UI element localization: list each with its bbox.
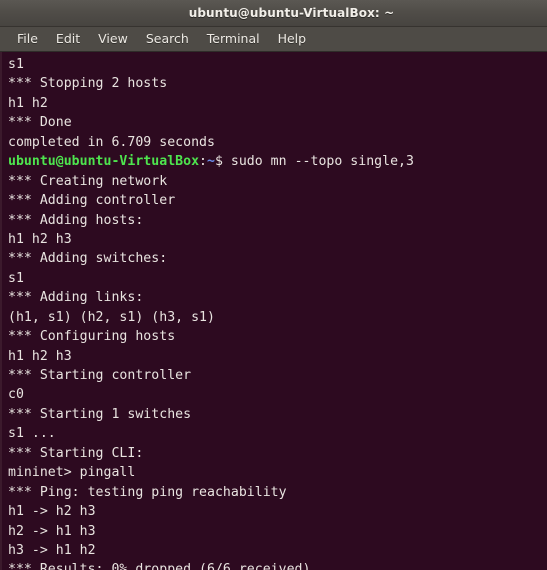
- terminal-line: h1 -> h2 h3: [8, 502, 547, 521]
- terminal-line: *** Starting 1 switches: [8, 405, 547, 424]
- terminal-line-text: *** Starting controller: [8, 368, 192, 383]
- prompt-user-host: ubuntu@ubuntu-VirtualBox: [8, 154, 200, 170]
- menu-item-help[interactable]: Help: [270, 29, 315, 49]
- terminal-output-area[interactable]: s1 *** Stopping 2 hosts h1 h2 *** Done compl…: [0, 52, 547, 570]
- terminal-line-text: *** Results: 0% dropped (6/6 received): [8, 562, 311, 570]
- terminal-line: *** Results: 0% dropped (6/6 received): [8, 560, 547, 570]
- terminal-line: h1 h2: [8, 94, 547, 113]
- terminal-line-text: s1: [8, 57, 24, 72]
- terminal-line: h2 -> h1 h3: [8, 522, 547, 541]
- terminal-line-text: s1: [8, 270, 24, 286]
- terminal-prompt-line: ubuntu@ubuntu-VirtualBox:~$ sudo mn --to…: [8, 152, 547, 171]
- terminal-line-text: *** Starting 1 switches: [8, 406, 192, 422]
- terminal-line: *** Done: [8, 113, 547, 132]
- terminal-line-text: mininet> pingall: [8, 465, 136, 481]
- terminal-line-text: *** Adding switches:: [8, 251, 168, 267]
- menu-item-file[interactable]: File: [9, 29, 46, 49]
- terminal-line-text: h1 -> h2 h3: [8, 504, 96, 520]
- menu-item-terminal[interactable]: Terminal: [199, 29, 268, 49]
- terminal-line: h3 -> h1 h2: [8, 541, 547, 560]
- prompt-path: ~: [207, 154, 215, 170]
- terminal-line: mininet> pingall: [8, 463, 547, 482]
- terminal-line: *** Adding hosts:: [8, 211, 547, 230]
- terminal-line: completed in 6.709 seconds: [8, 133, 547, 152]
- terminal-screen: s1 *** Stopping 2 hosts h1 h2 *** Done compl…: [2, 52, 547, 570]
- prompt-command: $ sudo mn --topo single,3: [214, 154, 414, 170]
- terminal-line: h1 h2 h3: [8, 347, 547, 366]
- terminal-line-text: (h1, s1) (h2, s1) (h3, s1): [8, 309, 215, 325]
- terminal-line: s1: [8, 269, 547, 288]
- terminal-line: *** Creating network: [8, 172, 547, 191]
- menu-item-view[interactable]: View: [90, 29, 136, 49]
- terminal-line-text: *** Stopping 2 hosts: [8, 76, 168, 92]
- terminal-line-text: completed in 6.709 seconds: [8, 134, 215, 150]
- terminal-line: *** Starting CLI:: [8, 444, 547, 463]
- window-title: ubuntu@ubuntu-VirtualBox: ~: [188, 6, 395, 20]
- terminal-line-text: h1 h2 h3: [8, 348, 72, 364]
- terminal-line-text: h1 h2: [8, 95, 48, 111]
- terminal-line-text: *** Configuring hosts: [8, 329, 176, 345]
- terminal-line: (h1, s1) (h2, s1) (h3, s1): [8, 308, 547, 327]
- terminal-line: s1 ...: [8, 424, 547, 443]
- terminal-line: *** Stopping 2 hosts: [8, 74, 547, 93]
- terminal-line: *** Adding switches:: [8, 249, 547, 268]
- terminal-line: *** Adding controller: [8, 191, 547, 210]
- terminal-line-text: *** Adding controller: [8, 193, 176, 209]
- terminal-line: *** Ping: testing ping reachability: [8, 483, 547, 502]
- terminal-line-text: *** Adding links:: [8, 290, 144, 306]
- menu-item-edit[interactable]: Edit: [48, 29, 88, 49]
- terminal-window: ubuntu@ubuntu-VirtualBox: ~ File Edit Vi…: [0, 0, 547, 570]
- prompt-colon: :: [199, 154, 207, 170]
- title-bar: ubuntu@ubuntu-VirtualBox: ~: [0, 0, 547, 27]
- terminal-line: h1 h2 h3: [8, 230, 547, 249]
- terminal-line-text: *** Starting CLI:: [8, 445, 144, 461]
- terminal-line-text: c0: [8, 387, 24, 403]
- terminal-line-text: s1 ...: [8, 426, 56, 442]
- terminal-line-text: h1 h2 h3: [8, 231, 72, 247]
- terminal-line-text: h3 -> h1 h2: [8, 542, 96, 558]
- terminal-line-text: *** Creating network: [8, 173, 168, 189]
- menu-bar: File Edit View Search Terminal Help: [0, 27, 547, 52]
- terminal-line-text: *** Ping: testing ping reachability: [8, 484, 287, 500]
- terminal-line-text: h2 -> h1 h3: [8, 523, 96, 539]
- terminal-line: c0: [8, 385, 547, 404]
- menu-item-search[interactable]: Search: [138, 29, 197, 49]
- terminal-line: *** Adding links:: [8, 288, 547, 307]
- terminal-line: *** Configuring hosts: [8, 327, 547, 346]
- terminal-line-text: *** Adding hosts:: [8, 212, 144, 228]
- terminal-line: s1: [8, 55, 547, 74]
- terminal-line-text: *** Done: [8, 115, 72, 131]
- terminal-line: *** Starting controller: [8, 366, 547, 385]
